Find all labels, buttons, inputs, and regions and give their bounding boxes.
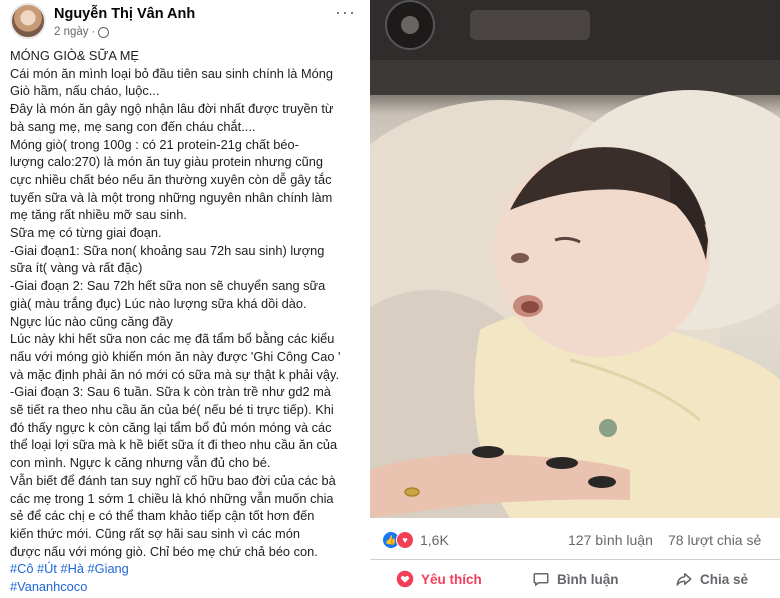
- post-time[interactable]: 2 ngày: [54, 26, 89, 38]
- like-button-label: Yêu thích: [421, 571, 482, 587]
- reaction-count[interactable]: 1,6K: [420, 532, 449, 548]
- post-meta: 2 ngày ·: [54, 26, 110, 38]
- post-line: cực nhiều chất béo nếu ăn thường xuyên c…: [10, 171, 332, 187]
- post-line: lượng calo:270) là món ăn tuy giàu prote…: [10, 154, 323, 170]
- comment-icon: [533, 573, 549, 587]
- post-line: và mặc định phải ăn nó mới có sữa mà sự …: [10, 366, 340, 382]
- hashtag-line[interactable]: #Vananhcoco: [10, 578, 366, 596]
- post-line: Sữa mẹ có từng giai đoạn.: [10, 225, 162, 241]
- avatar[interactable]: [10, 3, 46, 39]
- share-icon: [676, 573, 692, 586]
- post-body: MÓNG GIÒ& SỮA MẸ Cái món ăn mình loại bỏ…: [10, 47, 366, 596]
- comments-count[interactable]: 127 bình luận: [568, 532, 653, 548]
- post-line: già( màu trắng đục) Lúc nào lượng sữa kh…: [10, 295, 307, 311]
- post-line: Ngực lúc nào cũng căng đầy: [10, 313, 173, 329]
- post-line: -Giai đoạn 3: Sau 6 tuần. Sữa k còn tràn…: [10, 384, 331, 400]
- heart-icon: [396, 570, 414, 588]
- post-line: -Giai đoạn 2: Sau 72h hết sữa non sẽ chu…: [10, 278, 326, 294]
- reactions-bar: 👍 ♥ 1,6K 127 bình luận 78 lượt chia sẻ: [370, 518, 780, 560]
- post-line: con mình. Ngực k căng nhưng vẫn đủ cho b…: [10, 455, 271, 471]
- post-line: sữa ít( vàng và rất đặc): [10, 260, 143, 276]
- post-line: Đây là món ăn gây ngộ nhận lâu đời nhất …: [10, 101, 334, 117]
- post-line: Lúc này khi hết sữa non các mẹ đã tẩm bổ…: [10, 331, 335, 347]
- reaction-icons[interactable]: 👍 ♥: [382, 531, 414, 549]
- post-panel: Nguyễn Thị Vân Anh 2 ngày · ··· MÓNG GIÒ…: [0, 0, 370, 598]
- love-reaction-icon: ♥: [396, 531, 414, 549]
- post-photo[interactable]: [370, 0, 780, 518]
- comment-button[interactable]: Bình luận: [532, 570, 619, 588]
- post-line: Móng giò( trong 100g : có 21 protein-21g…: [10, 136, 299, 152]
- like-button[interactable]: Yêu thích: [396, 570, 482, 588]
- comment-button-label: Bình luận: [557, 571, 619, 587]
- globe-icon: [98, 26, 110, 38]
- post-line: mẹ tăng rất nhiều mỡ sau sinh.: [10, 207, 187, 223]
- post-line: sẽ tiết ra theo nhu cầu ăn của bé( nếu b…: [10, 402, 334, 418]
- post-line: nấu với móng giò khiến món ăn này được '…: [10, 348, 341, 364]
- post-line: sẻ để các chị e có thể tham khảo tiếp cậ…: [10, 508, 315, 524]
- post-line: tuyến sữa và là một trong những nguyên n…: [10, 189, 333, 205]
- post-line: Vẫn biết để đánh tan suy nghĩ cố hữu bao…: [10, 472, 336, 488]
- post-line: được nấu với móng giò. Chỉ béo mẹ chứ ch…: [10, 543, 318, 559]
- post-line: bà sang mẹ, mẹ sang con đến cháu chắt...…: [10, 118, 256, 134]
- post-line: đó thấy ngực k còn căng lại tẩm bổ đủ mó…: [10, 419, 332, 435]
- post-line: thể loại lợi sữa mà k hề biết sữa ít đi …: [10, 437, 338, 453]
- post-line: Cái món ăn mình loại bỏ đầu tiên sau sin…: [10, 65, 333, 81]
- post-line: -Giai đoạn1: Sữa non( khoảng sau 72h sau…: [10, 242, 325, 258]
- post-line: MÓNG GIÒ& SỮA MẸ: [10, 48, 139, 63]
- action-bar: Yêu thích Bình luận Chia sẻ: [370, 562, 780, 598]
- hashtag-line[interactable]: #Cô #Út #Hà #Giang: [10, 560, 366, 578]
- more-icon[interactable]: ···: [335, 2, 356, 23]
- author-name[interactable]: Nguyễn Thị Vân Anh: [54, 6, 195, 22]
- post-line: các mẹ trong 1 sớm 1 chiều là khó những …: [10, 490, 334, 506]
- share-button-label: Chia sẻ: [700, 571, 749, 587]
- post-line: Giò hầm, nấu cháo, luộc...: [10, 83, 160, 99]
- baby-photo-illustration: [370, 0, 780, 518]
- post-line: kiến thức mới. Cũng rất sợ hãi sau sinh …: [10, 525, 300, 541]
- share-button[interactable]: Chia sẻ: [675, 570, 748, 588]
- shares-count[interactable]: 78 lượt chia sẻ: [668, 532, 761, 548]
